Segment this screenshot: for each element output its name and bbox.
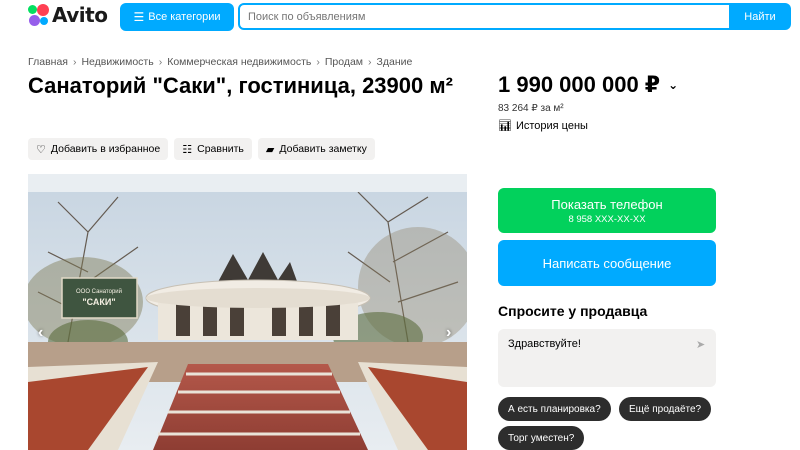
breadcrumb-separator-icon: › (368, 56, 372, 68)
breadcrumb-item-home[interactable]: Главная (28, 56, 68, 68)
ask-seller-title: Спросите у продавца (498, 303, 648, 319)
breadcrumb-item-sell[interactable]: Продам (325, 56, 363, 68)
breadcrumb-separator-icon: › (316, 56, 320, 68)
quick-question-chip[interactable]: А есть планировка? (498, 397, 611, 421)
breadcrumb-item-realty[interactable]: Недвижимость (81, 56, 153, 68)
photo-gallery[interactable]: ООО Санаторий "САКИ" ‹ › (28, 174, 467, 450)
price-history-link[interactable]: 📊︎ История цены (498, 119, 588, 133)
compare-button[interactable]: ☷ Сравнить (174, 138, 252, 160)
quick-question-chip[interactable]: Торг уместен? (498, 426, 585, 450)
price-block[interactable]: 1 990 000 000 ₽ ⌄ (498, 72, 678, 98)
bar-chart-icon: 📊︎ (498, 120, 512, 132)
header: Avito ☰ Все категории Найти (0, 0, 800, 34)
heart-icon: ♡ (36, 143, 46, 156)
categories-icon: ☰ (133, 10, 145, 24)
logo-dots-icon (28, 4, 50, 26)
search-input[interactable] (238, 3, 731, 30)
write-message-button[interactable]: Написать сообщение (498, 240, 716, 286)
quick-question-chip[interactable]: Ещё продаёте? (619, 397, 712, 421)
compare-list-icon: ☷ (182, 143, 193, 156)
send-icon[interactable]: ➤ (696, 338, 705, 351)
show-phone-label: Показать телефон (551, 196, 663, 212)
add-note-button[interactable]: ▰ Добавить заметку (257, 138, 375, 160)
listing-actions: ♡ Добавить в избранное ☷ Сравнить ▰ Доба… (28, 138, 375, 160)
chevron-down-icon[interactable]: ⌄ (668, 78, 678, 92)
listing-photo: ООО Санаторий "САКИ" (28, 192, 467, 450)
sign-text-line1: ООО Санаторий (76, 288, 122, 295)
avito-logo[interactable]: Avito (28, 3, 108, 27)
breadcrumb: Главная › Недвижимость › Коммерческая не… (28, 56, 412, 68)
phone-masked: 8 958 XXX-XX-XX (568, 213, 646, 225)
price-history-label: История цены (515, 119, 588, 132)
add-to-favorites-label: Добавить в избранное (50, 143, 161, 155)
breadcrumb-item-building[interactable]: Здание (377, 56, 413, 68)
compare-label: Сравнить (197, 143, 244, 155)
price-value: 1 990 000 000 ₽ (498, 72, 661, 97)
note-icon: ▰ (265, 143, 275, 156)
all-categories-button[interactable]: ☰ Все категории (120, 3, 234, 31)
seller-message-input[interactable] (498, 329, 716, 387)
all-categories-label: Все категории (148, 11, 221, 23)
show-phone-button[interactable]: Показать телефон 8 958 XXX-XX-XX (498, 188, 716, 233)
listing-title: Санаторий "Саки", гостиница, 23900 м² (28, 73, 453, 98)
sign-text-line2: "САКИ" (82, 297, 115, 307)
add-note-label: Добавить заметку (279, 143, 367, 155)
gallery-prev-arrow-icon[interactable]: ‹ (38, 324, 43, 342)
price-per-square-meter: 83 264 ₽ за м² (498, 103, 564, 114)
search-button[interactable]: Найти (729, 3, 791, 30)
breadcrumb-separator-icon: › (72, 56, 77, 68)
add-to-favorites-button[interactable]: ♡ Добавить в избранное (28, 138, 169, 160)
breadcrumb-item-commercial[interactable]: Коммерческая недвижимость (167, 56, 311, 68)
breadcrumb-separator-icon: › (158, 56, 163, 68)
gallery-next-arrow-icon[interactable]: › (446, 324, 451, 342)
logo-text: Avito (52, 3, 108, 27)
